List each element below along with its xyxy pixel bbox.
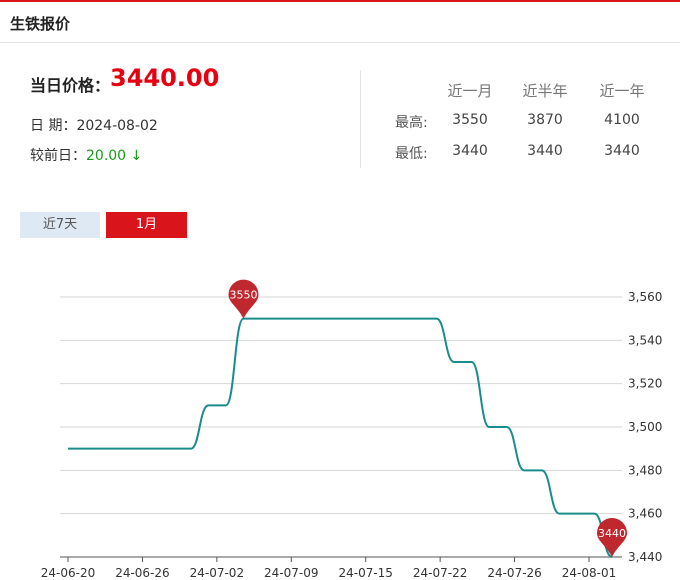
x-tick-label: 24-08-01: [562, 566, 616, 580]
stats-header-year: 近一年: [599, 82, 645, 100]
y-tick-label: 3,540: [628, 333, 662, 347]
tab-1-month[interactable]: 1月: [106, 212, 187, 238]
down-arrow-icon: ↓: [130, 148, 143, 164]
stats-high-halfyear: 3870: [527, 112, 563, 128]
stats-header-month: 近一月: [447, 82, 493, 100]
change-label: 较前日：: [30, 148, 86, 164]
change-line: 较前日：20.00 ↓: [30, 145, 142, 165]
y-tick-label: 3,520: [628, 377, 662, 391]
date-label: 日 期：: [30, 118, 77, 134]
stats-low-label: 最低:: [395, 146, 428, 162]
panel-title: 生铁报价: [10, 15, 71, 33]
stats-header-halfyear: 近半年: [522, 82, 568, 100]
date-line: 日 期：2024-08-02: [30, 115, 158, 135]
price-series-line: [68, 317, 613, 558]
stats-high-month: 3550: [452, 112, 488, 128]
stats-high-year: 4100: [604, 112, 640, 128]
x-tick-label: 24-07-15: [338, 566, 392, 580]
pin-label: 3440: [598, 527, 626, 540]
y-tick-label: 3,460: [628, 507, 662, 521]
y-tick-label: 3,480: [628, 463, 662, 477]
date-value: 2024-08-02: [76, 118, 158, 134]
stats-low-year: 3440: [604, 143, 640, 159]
change-value: 20.00: [86, 148, 127, 164]
pin-label: 3550: [229, 289, 257, 302]
x-tick-label: 24-07-02: [190, 566, 244, 580]
tab-7-days[interactable]: 近7天: [20, 212, 100, 238]
x-tick-label: 24-07-26: [487, 566, 541, 580]
stats-low-month: 3440: [452, 143, 488, 159]
y-tick-label: 3,560: [628, 290, 662, 304]
y-tick-label: 3,440: [628, 550, 662, 564]
x-tick-label: 24-07-09: [264, 566, 318, 580]
price-summary: 当日价格： 3440.00 日 期：2024-08-02 较前日：20.00 ↓…: [0, 60, 680, 175]
value-pin-marker: 3550: [228, 279, 259, 319]
divider: [360, 70, 361, 168]
x-tick-label: 24-06-20: [41, 566, 95, 580]
x-tick-label: 24-07-22: [413, 566, 467, 580]
current-price: 3440.00: [110, 64, 220, 92]
panel-header: 生铁报价: [0, 2, 680, 43]
stats-table: 近一月 近半年 近一年 最高: 3550 3870 4100 最低: 3440 …: [380, 60, 680, 175]
stats-low-halfyear: 3440: [527, 143, 563, 159]
price-label: 当日价格：: [30, 76, 111, 95]
stats-high-label: 最高:: [395, 115, 428, 131]
x-tick-label: 24-06-26: [115, 566, 169, 580]
y-tick-label: 3,500: [628, 420, 662, 434]
price-line-chart: 3,440 3,460 3,480 3,500 3,520 3,540 3,560 24-06…: [41, 279, 662, 580]
value-pin-marker: 3440: [597, 518, 627, 557]
